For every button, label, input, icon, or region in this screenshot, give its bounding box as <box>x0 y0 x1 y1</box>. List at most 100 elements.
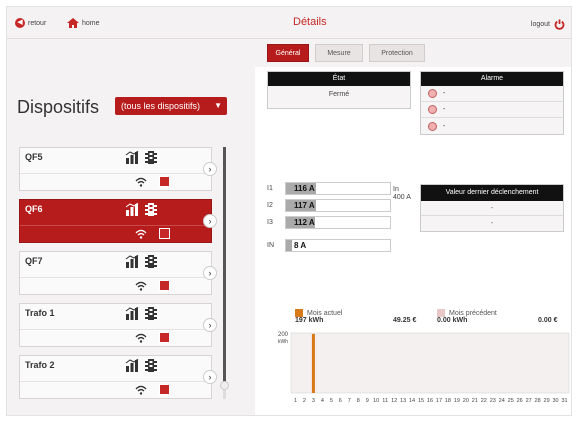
x-tick-label: 7 <box>348 398 351 404</box>
divider <box>20 381 211 382</box>
energy-meter-icon <box>125 307 139 320</box>
breaker-icon <box>145 359 157 372</box>
device-open-arrow-icon[interactable]: › <box>203 266 217 280</box>
alarm-led-icon <box>428 105 437 114</box>
x-tick-label: 26 <box>517 398 523 404</box>
wifi-icon <box>135 177 147 187</box>
device-status-icons <box>125 307 157 320</box>
device-open-arrow-icon[interactable]: › <box>203 214 217 228</box>
device-comm-icons <box>135 176 170 187</box>
x-tick-label: 31 <box>561 398 567 404</box>
current-row-in: IN 8 A <box>267 239 391 252</box>
previous-month-kwh: 0.00 kWh <box>437 317 468 324</box>
energy-meter-icon <box>125 359 139 372</box>
energy-chart: 200kWh1 2 3 4 5 6 7 8 9 10 11 12 13 14 15 16 17 18 19 20 21 2… <box>278 332 570 404</box>
tab-mesure[interactable]: Mesure <box>315 44 363 62</box>
x-tick-label: 29 <box>544 398 550 404</box>
x-tick-label: 28 <box>535 398 541 404</box>
device-card[interactable]: QF6 <box>19 199 212 243</box>
tab-bar: Général Mesure Protection <box>267 44 425 62</box>
x-tick-label: 10 <box>373 398 379 404</box>
current-label: IN <box>267 242 274 249</box>
app-frame: ◀ retour home Détails logout Général Mes… <box>6 6 572 416</box>
home-icon <box>67 18 79 28</box>
wifi-icon <box>135 229 147 239</box>
current-bar: 8 A <box>285 239 391 252</box>
trip-indicator-icon <box>159 176 170 187</box>
wifi-icon <box>135 281 147 291</box>
legend-swatch <box>437 309 445 317</box>
alarm-row: - <box>421 86 563 102</box>
back-link[interactable]: ◀ retour <box>15 18 46 28</box>
current-label: I1 <box>267 185 273 192</box>
x-tick-label: 30 <box>552 398 558 404</box>
device-card[interactable]: QF5 <box>19 147 212 191</box>
device-open-arrow-icon[interactable]: › <box>203 162 217 176</box>
scroll-thumb[interactable] <box>223 147 226 387</box>
divider <box>20 173 211 174</box>
x-tick-label: 16 <box>427 398 433 404</box>
details-panel: État Fermé Alarme - - - I1 116 A I2 117 … <box>255 67 571 415</box>
current-value: 8 A <box>294 241 307 250</box>
logout-link[interactable]: logout <box>531 19 565 30</box>
energy-meter-icon <box>125 255 139 268</box>
devices-panel: Dispositifs (tous les dispositifs) ▼ QF5 <box>7 67 243 415</box>
alarm-header: Alarme <box>421 72 563 86</box>
x-tick-label: 27 <box>526 398 532 404</box>
x-tick-label: 21 <box>472 398 478 404</box>
tab-general[interactable]: Général <box>267 44 309 62</box>
device-status-icons <box>125 151 157 164</box>
last-trip-value: - <box>421 201 563 216</box>
device-name: QF7 <box>25 256 43 266</box>
device-filter-value: (tous les dispositifs) <box>121 101 201 111</box>
device-status-icons <box>125 203 157 216</box>
back-arrow-icon: ◀ <box>15 18 25 28</box>
plot-area <box>290 332 570 394</box>
state-box: État Fermé <box>267 71 411 109</box>
device-comm-icons <box>135 228 170 239</box>
device-name: Trafo 1 <box>25 308 55 318</box>
power-icon <box>554 19 565 30</box>
x-tick-label: 5 <box>330 398 333 404</box>
device-card[interactable]: Trafo 1 <box>19 303 212 347</box>
x-tick-label: 15 <box>418 398 424 404</box>
trip-indicator-icon <box>159 228 170 239</box>
trip-indicator-icon <box>159 280 170 291</box>
legend-current-month: Mois actuel <box>295 309 342 317</box>
current-value: 117 A <box>294 201 315 210</box>
current-fill <box>286 240 292 251</box>
logout-label: logout <box>530 21 550 28</box>
device-open-arrow-icon[interactable]: › <box>203 318 217 332</box>
device-card[interactable]: Trafo 2 <box>19 355 212 399</box>
current-label: I2 <box>267 202 273 209</box>
x-tick-label: 24 <box>499 398 505 404</box>
nominal-label: In <box>393 186 399 193</box>
device-name: Trafo 2 <box>25 360 55 370</box>
alarm-box: Alarme - - - <box>420 71 564 135</box>
scroll-knob[interactable] <box>220 381 229 390</box>
device-filter-select[interactable]: (tous les dispositifs) ▼ <box>115 97 227 115</box>
trip-indicator-icon <box>159 384 170 395</box>
previous-month-eur: 0.00 € <box>538 317 558 324</box>
current-value: 116 A <box>294 184 315 193</box>
device-list-scrollbar[interactable] <box>223 147 226 399</box>
current-month-eur: 49.25 € <box>393 317 417 324</box>
device-comm-icons <box>135 384 170 395</box>
back-label: retour <box>28 19 47 27</box>
device-open-arrow-icon[interactable]: › <box>203 370 217 384</box>
last-trip-header: Valeur dernier déclenchement <box>421 185 563 201</box>
nominal-value: 400 A <box>393 194 411 201</box>
divider <box>20 329 211 330</box>
x-tick-label: 1 <box>294 398 297 404</box>
alarm-row: - <box>421 118 563 134</box>
divider <box>20 277 211 278</box>
home-link[interactable]: home <box>67 18 100 28</box>
tab-protection[interactable]: Protection <box>369 44 425 62</box>
x-tick-label: 19 <box>454 398 460 404</box>
alarm-value: - <box>443 122 446 130</box>
breaker-icon <box>145 255 157 268</box>
x-tick-label: 23 <box>490 398 496 404</box>
x-tick-label: 25 <box>508 398 514 404</box>
device-card[interactable]: QF7 <box>19 251 212 295</box>
wifi-icon <box>135 385 147 395</box>
